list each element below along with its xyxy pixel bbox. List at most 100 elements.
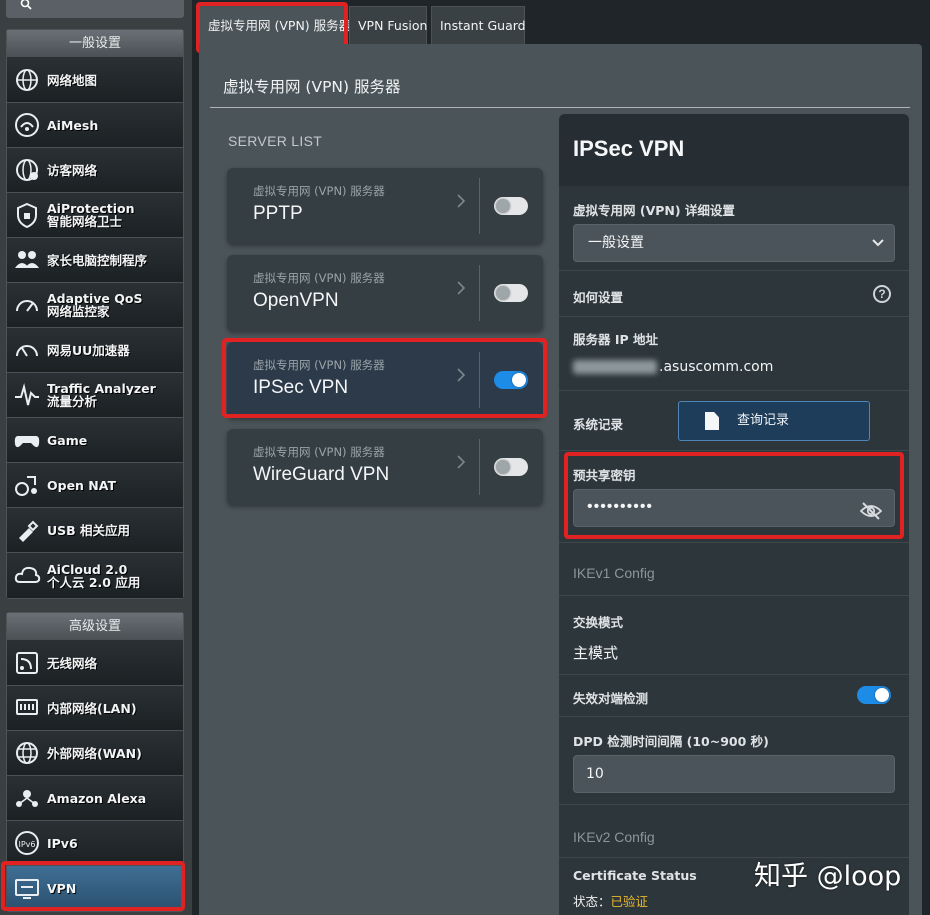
chevron-right-icon[interactable] — [457, 368, 466, 387]
sidebar-item-label: VPN — [47, 882, 77, 895]
sidebar-item-label: Game — [47, 433, 88, 447]
help-icon[interactable]: ? — [873, 285, 891, 303]
sidebar-general-header: 一般设置 — [7, 30, 183, 58]
sidebar-item-uu-accelerator[interactable]: 网易UU加速器 — [7, 328, 183, 373]
tab-vpn-server[interactable]: 虚拟专用网 (VPN) 服务器 — [199, 6, 351, 44]
adaptive-qos-icon — [13, 291, 41, 319]
server-ip-label: 服务器 IP 地址 — [573, 332, 659, 347]
sidebar-item-vpn[interactable]: VPN — [7, 866, 183, 911]
psk-row: 预共享密钥 •••••••••• — [559, 451, 909, 543]
sidebar-item-open-nat[interactable]: Open NAT — [7, 463, 183, 508]
ikev1-section: IKEv1 Config — [559, 543, 909, 595]
dpd-row: 失效对端检测 — [559, 675, 909, 717]
sidebar-item-parental-controls[interactable]: 家长电脑控制程序 — [7, 238, 183, 283]
sidebar: 一般设置 网络地图 AiMesh 访客网络 AiProtection 智能网络卫士家长电… — [0, 0, 192, 915]
sidebar-item-game[interactable]: Game — [7, 418, 183, 463]
status-verified: 已验证 — [610, 894, 649, 909]
dpd-toggle[interactable] — [857, 686, 891, 704]
how-to-label: 如何设置 — [573, 290, 624, 305]
wan-icon — [13, 739, 41, 767]
ikev2-label: IKEv2 Config — [573, 829, 655, 845]
chevron-right-icon[interactable] — [457, 194, 466, 213]
ikev2-section: IKEv2 Config — [559, 805, 909, 857]
server-card-subtitle: 虚拟专用网 (VPN) 服务器 — [253, 271, 385, 285]
aimesh-icon — [13, 111, 41, 139]
server-card-divider — [479, 265, 480, 321]
sidebar-item-label: AiMesh — [47, 118, 99, 132]
server-list-title: SERVER LIST — [228, 133, 323, 149]
sidebar-item-aiprotection[interactable]: AiProtection 智能网络卫士 — [7, 193, 183, 238]
server-card-divider — [479, 352, 480, 408]
sidebar-item-label: Amazon Alexa — [47, 791, 147, 805]
sidebar-item-traffic-analyzer[interactable]: Traffic Analyzer 流量分析 — [7, 373, 183, 418]
redacted-hostname — [573, 360, 657, 374]
uu-accelerator-icon — [13, 336, 41, 364]
svg-text:IPv6: IPv6 — [18, 840, 35, 849]
details-setting-value: 一般设置 — [588, 235, 644, 251]
ipsec-detail-panel: IPSec VPN 虚拟专用网 (VPN) 详细设置 一般设置 如何设置 ? 服… — [559, 114, 909, 915]
tab-vpn-fusion[interactable]: VPN Fusion — [349, 6, 427, 44]
detail-header: IPSec VPN — [559, 114, 909, 186]
search-icon — [20, 0, 32, 10]
sidebar-item-label: USB 相关应用 — [47, 523, 131, 537]
main-panel: 虚拟专用网 (VPN) 服务器 SERVER LIST 虚拟专用网 (VPN) … — [199, 44, 922, 915]
server-card-wireguard-vpn[interactable]: 虚拟专用网 (VPN) 服务器 WireGuard VPN — [227, 429, 543, 505]
sidebar-item-label: Open NAT — [47, 478, 116, 492]
sidebar-item-network-map[interactable]: 网络地图 — [7, 58, 183, 103]
sidebar-item-amazon-alexa[interactable]: Amazon Alexa — [7, 776, 183, 821]
sidebar-item-adaptive-qos[interactable]: Adaptive QoS 网络监控家 — [7, 283, 183, 328]
network-map-icon — [13, 66, 41, 94]
server-card-pptp[interactable]: 虚拟专用网 (VPN) 服务器 PPTP — [227, 168, 543, 244]
page-title: 虚拟专用网 (VPN) 服务器 — [223, 78, 401, 96]
sidebar-item-guest-network[interactable]: 访客网络 — [7, 148, 183, 193]
server-card-ipsec-vpn[interactable]: 虚拟专用网 (VPN) 服务器 IPSec VPN — [227, 342, 543, 418]
ikev1-label: IKEv1 Config — [573, 565, 655, 581]
server-ip-row: 服务器 IP 地址 .asuscomm.com — [559, 317, 909, 391]
sidebar-item-label: 外部网络(WAN) — [47, 746, 142, 760]
wireless-icon — [13, 649, 41, 677]
aiprotection-icon — [13, 201, 41, 229]
server-card-name: OpenVPN — [253, 290, 339, 311]
sidebar-item-wireless[interactable]: 无线网络 — [7, 641, 183, 686]
exchange-mode-value: 主模式 — [573, 644, 619, 662]
document-icon — [705, 412, 719, 430]
exchange-mode-label: 交换模式 — [573, 615, 624, 630]
server-enable-toggle[interactable] — [494, 284, 528, 302]
chevron-right-icon[interactable] — [457, 455, 466, 474]
dpd-interval-label: DPD 检测时间间隔 (10~900 秒) — [573, 734, 769, 749]
chevron-right-icon[interactable] — [457, 281, 466, 300]
parental-controls-icon — [13, 246, 41, 274]
details-setting-label: 虚拟专用网 (VPN) 详细设置 — [573, 203, 735, 218]
game-icon — [13, 426, 41, 454]
sidebar-advanced-group: 高级设置 无线网络 内部网络(LAN) 外部网络(WAN) Amazon Alexa I… — [6, 612, 184, 912]
details-setting-select[interactable]: 一般设置 — [573, 224, 895, 262]
server-card-name: WireGuard VPN — [253, 464, 390, 485]
server-enable-toggle[interactable] — [494, 197, 528, 215]
sidebar-item-lan[interactable]: 内部网络(LAN) — [7, 686, 183, 731]
eye-off-icon[interactable] — [859, 499, 883, 520]
view-log-button[interactable]: 查询记录 — [678, 401, 870, 441]
router-admin-page: 一般设置 网络地图 AiMesh 访客网络 AiProtection 智能网络卫士家长电… — [0, 0, 930, 915]
dpd-interval-input[interactable]: 10 — [573, 755, 895, 793]
sidebar-item-label: Adaptive QoS 网络监控家 — [47, 292, 143, 318]
sidebar-item-wan[interactable]: 外部网络(WAN) — [7, 731, 183, 776]
traffic-analyzer-icon — [13, 381, 41, 409]
sidebar-item-label: AiProtection 智能网络卫士 — [47, 202, 135, 228]
syslog-row: 系统记录 查询记录 — [559, 391, 909, 451]
sidebar-item-aimesh[interactable]: AiMesh — [7, 103, 183, 148]
psk-input[interactable]: •••••••••• — [573, 489, 895, 527]
sidebar-item-ipv6[interactable]: IPv6 IPv6 — [7, 821, 183, 866]
sidebar-top-item[interactable] — [6, 0, 184, 18]
server-card-name: PPTP — [253, 203, 303, 224]
sidebar-item-usb-apps[interactable]: USB 相关应用 — [7, 508, 183, 553]
sidebar-item-aicloud[interactable]: AiCloud 2.0 个人云 2.0 应用 — [7, 553, 183, 598]
server-enable-toggle[interactable] — [494, 371, 528, 389]
guest-network-icon — [13, 156, 41, 184]
server-card-openvpn[interactable]: 虚拟专用网 (VPN) 服务器 OpenVPN — [227, 255, 543, 331]
server-card-divider — [479, 178, 480, 234]
server-enable-toggle[interactable] — [494, 458, 528, 476]
server-ip-value: .asuscomm.com — [573, 359, 773, 375]
sidebar-item-label: Traffic Analyzer 流量分析 — [47, 382, 156, 408]
tab-instant-guard[interactable]: Instant Guard — [431, 6, 526, 44]
dpd-interval-row: DPD 检测时间间隔 (10~900 秒) 10 — [559, 717, 909, 805]
